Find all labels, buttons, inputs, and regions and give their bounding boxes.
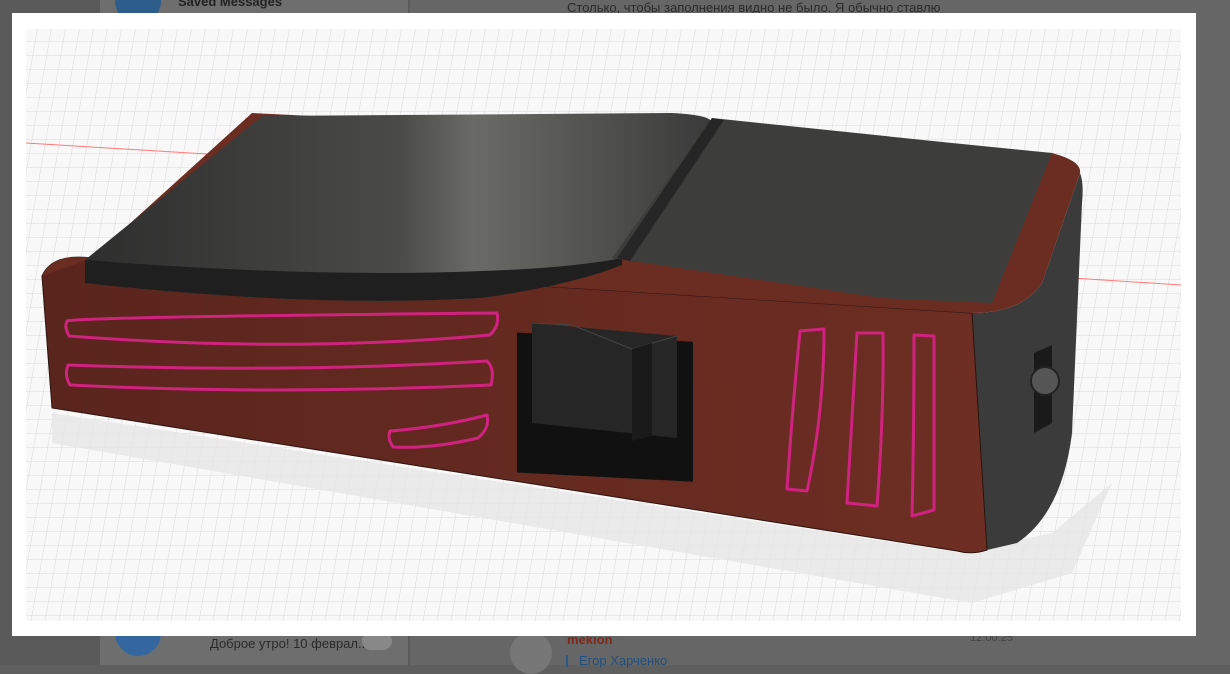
chat-preview-text: Доброе утро! 10 феврал...	[210, 636, 369, 651]
cad-enclosure-image	[25, 29, 1182, 621]
message-author-avatar[interactable]	[510, 632, 552, 674]
saved-messages-title[interactable]: Saved Messages	[178, 0, 282, 9]
reply-name[interactable]: Егор Харченко	[579, 653, 667, 668]
media-viewer[interactable]	[12, 13, 1196, 636]
rocker-switch-body	[532, 323, 677, 438]
reply-bar	[566, 655, 568, 667]
dc-jack-ring	[1030, 366, 1060, 396]
